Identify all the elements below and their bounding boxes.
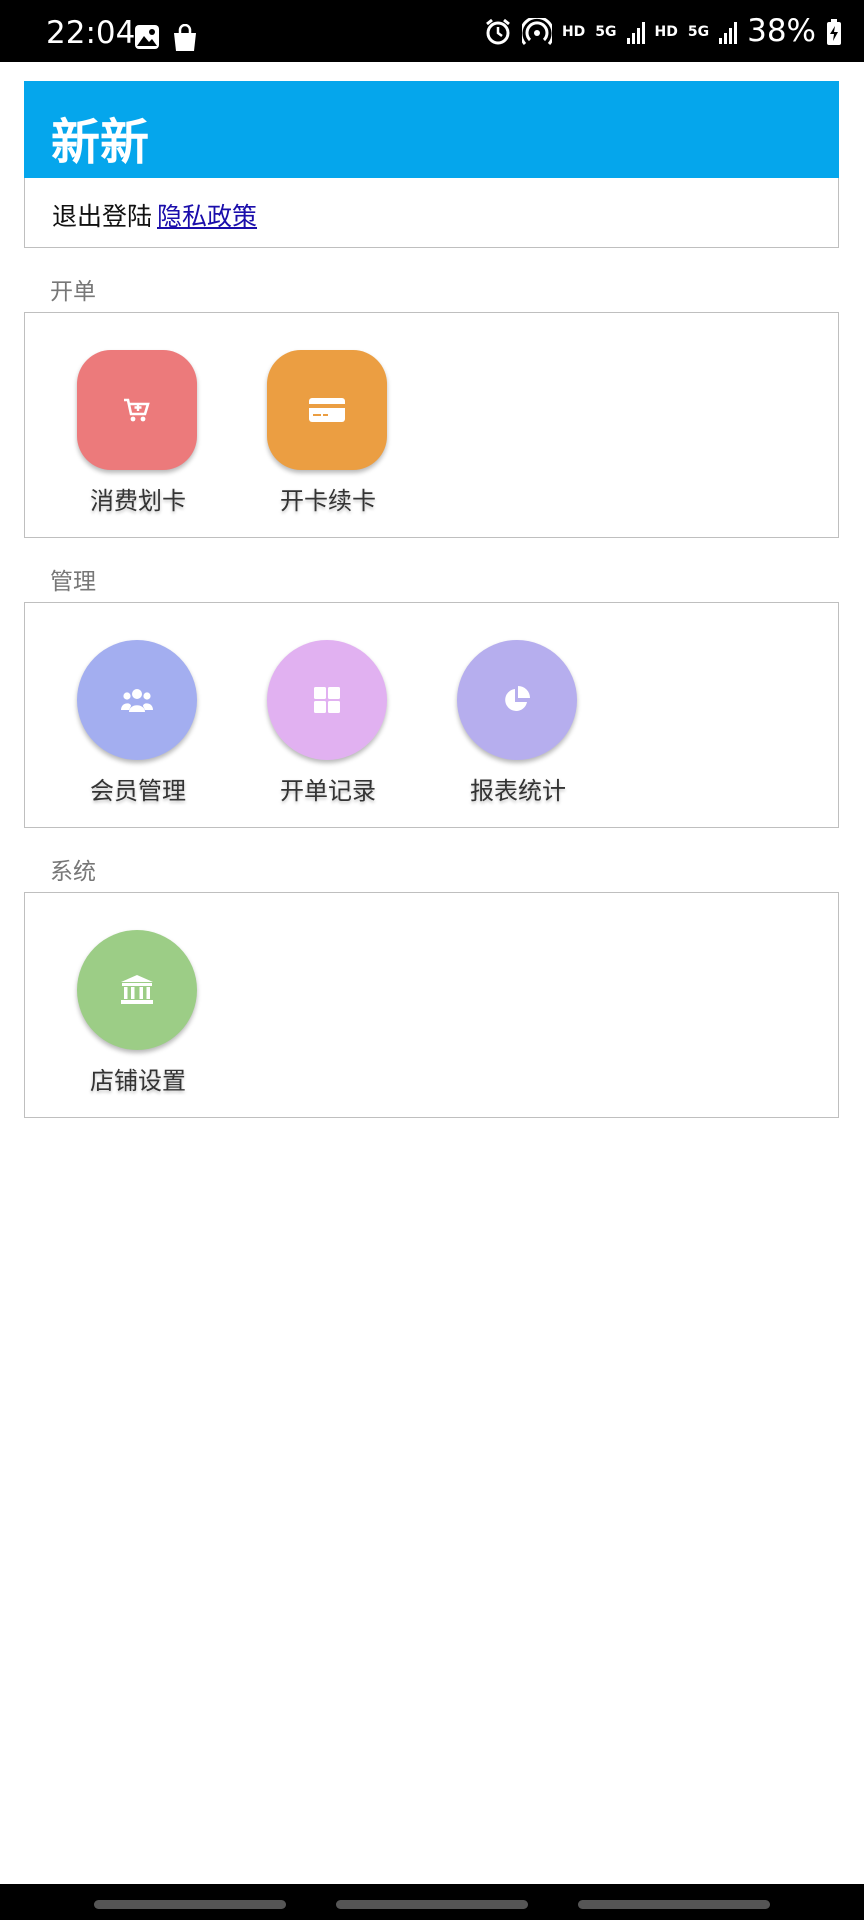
section-label-system: 系统 — [50, 859, 96, 885]
open-renew-card-label: 开卡续卡 — [280, 487, 376, 515]
nav-home-button[interactable] — [336, 1900, 528, 1909]
shop-header: 新新 — [24, 81, 839, 178]
member-management-label: 会员管理 — [90, 777, 186, 805]
consume-card-button[interactable]: 消费划卡 — [51, 325, 201, 515]
panel-management: 会员管理 开单记录 报表统计 — [24, 602, 839, 828]
order-records-button[interactable]: 开单记录 — [241, 615, 391, 805]
signal-icon-2 — [719, 20, 738, 44]
report-statistics-button[interactable]: 报表统计 — [431, 615, 581, 805]
order-records-label: 开单记录 — [280, 777, 376, 805]
pie-chart-icon — [457, 640, 577, 760]
report-statistics-label: 报表统计 — [470, 777, 566, 805]
status-time: 22:04 — [46, 15, 136, 51]
users-icon — [77, 640, 197, 760]
network-label-2: 5G — [687, 23, 710, 40]
section-label-management: 管理 — [50, 569, 96, 595]
hotspot-icon — [521, 17, 552, 45]
section-label-billing: 开单 — [50, 279, 96, 305]
privacy-policy-link[interactable]: 隐私政策 — [157, 197, 257, 233]
image-icon — [135, 25, 159, 49]
member-management-button[interactable]: 会员管理 — [51, 615, 201, 805]
consume-card-label: 消费划卡 — [90, 487, 186, 515]
battery-charging-icon — [827, 18, 841, 45]
bank-icon — [77, 930, 197, 1050]
hd-label-2: HD — [654, 23, 678, 40]
hd-label: HD — [561, 23, 586, 40]
logout-link[interactable]: 退出登陆 — [52, 197, 152, 233]
credit-card-icon — [267, 350, 387, 470]
store-settings-button[interactable]: 店铺设置 — [51, 905, 201, 1095]
store-settings-label: 店铺设置 — [90, 1067, 186, 1095]
shopping-bag-icon — [174, 24, 196, 51]
open-renew-card-button[interactable]: 开卡续卡 — [241, 325, 391, 515]
system-navigation-bar — [0, 1884, 864, 1920]
grid-icon — [267, 640, 387, 760]
nav-back-button[interactable] — [578, 1900, 770, 1909]
status-bar: 22:04 HD 5G HD 5G 38% — [0, 0, 864, 62]
battery-percent: 38% — [747, 13, 816, 49]
nav-recents-button[interactable] — [94, 1900, 286, 1909]
shop-title: 新新 — [51, 114, 150, 171]
network-label: 5G — [595, 23, 617, 40]
cart-plus-icon — [77, 350, 197, 470]
panel-system: 店铺设置 — [24, 892, 839, 1118]
panel-billing: 消费划卡 开卡续卡 — [24, 312, 839, 538]
alarm-icon — [486, 18, 510, 44]
account-links: 退出登陆 隐私政策 — [24, 178, 839, 248]
signal-icon — [626, 20, 645, 44]
